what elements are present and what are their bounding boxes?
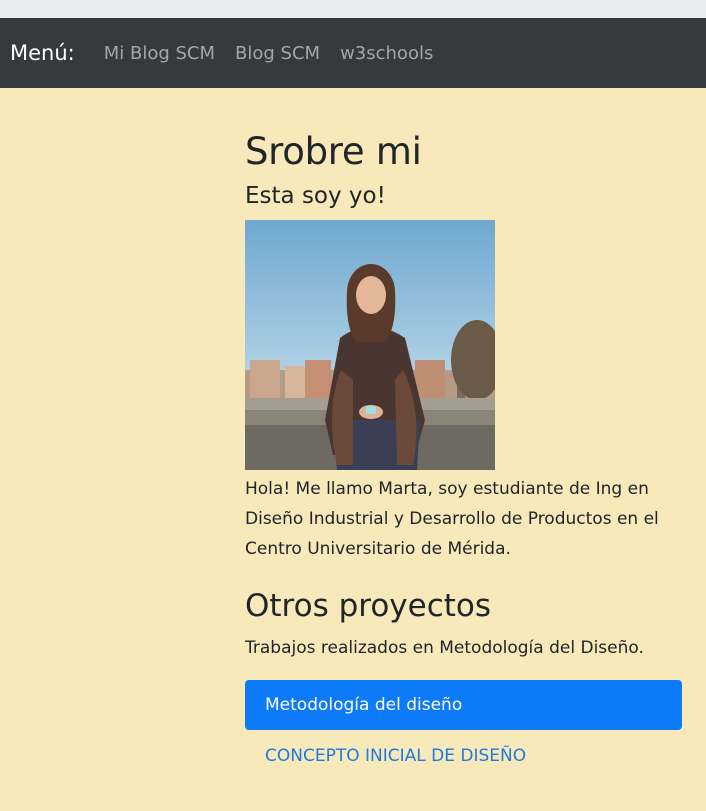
nav-link-blog-scm[interactable]: Blog SCM <box>235 43 320 64</box>
projects-description: Trabajos realizados en Metodología del D… <box>245 638 644 658</box>
profile-photo <box>245 220 495 470</box>
project-item-metodologia[interactable]: Metodología del diseño <box>245 680 682 730</box>
projects-list: Metodología del diseño CONCEPTO INICIAL … <box>245 680 682 780</box>
bio-text: Hola! Me llamo Marta, soy estudiante de … <box>245 479 659 559</box>
top-navbar: Menú: Mi Blog SCM Blog SCM w3schools <box>0 18 706 88</box>
about-subtitle: Esta soy yo! <box>245 183 386 209</box>
projects-heading: Otros proyectos <box>245 588 492 624</box>
browser-top-strip <box>0 0 706 18</box>
page-title: Srobre mi <box>245 130 422 173</box>
navbar-brand[interactable]: Menú: <box>10 41 75 65</box>
project-item-concepto-inicial[interactable]: CONCEPTO INICIAL DE DISEÑO <box>245 730 682 780</box>
main-content: Srobre mi Esta soy yo! Hola! Me llamo Ma… <box>245 88 685 780</box>
nav-link-mi-blog-scm[interactable]: Mi Blog SCM <box>104 43 215 64</box>
nav-link-w3schools[interactable]: w3schools <box>340 43 433 64</box>
